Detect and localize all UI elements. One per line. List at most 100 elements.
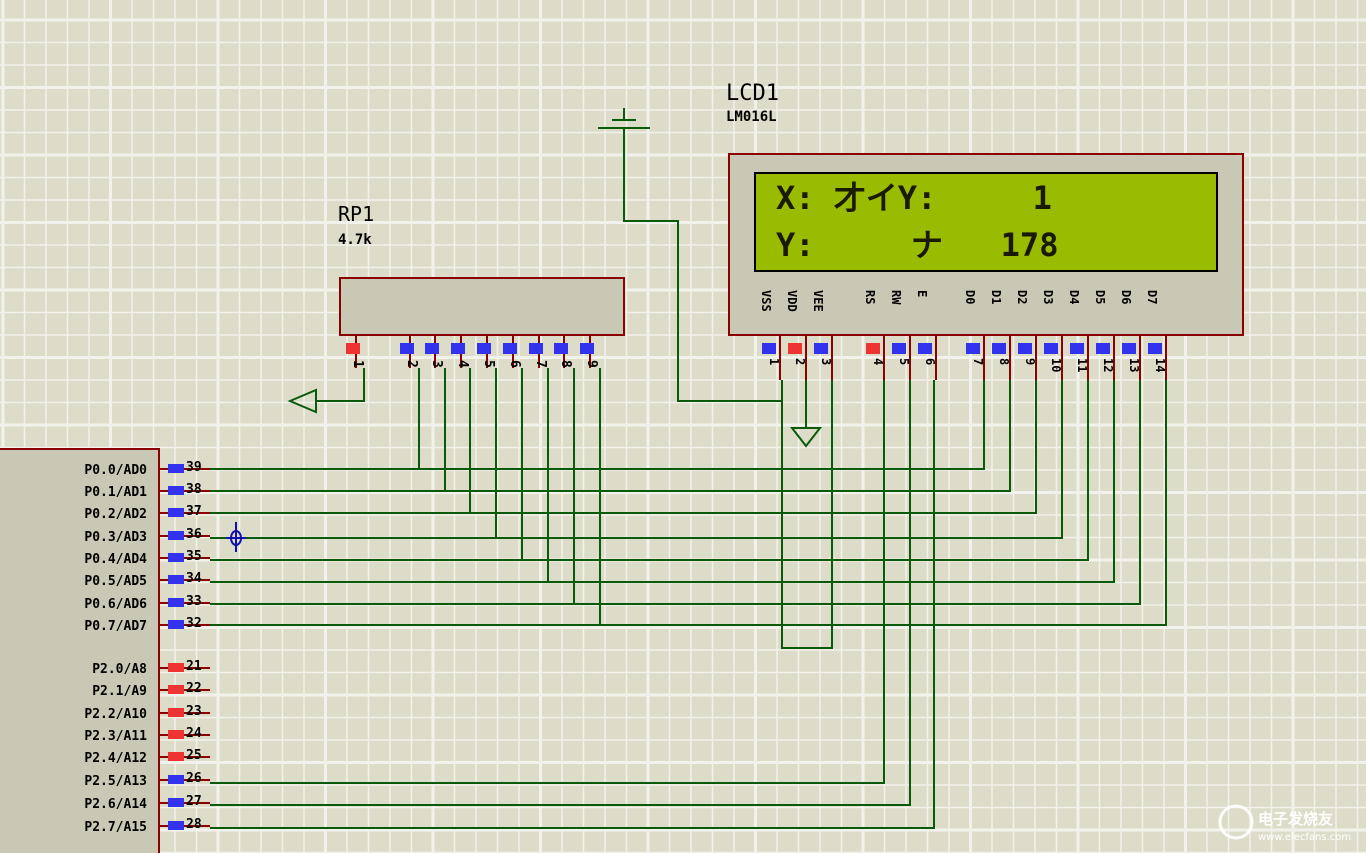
lcd-line-1: X: 才イY: 1 [776, 179, 1052, 217]
rp1-body[interactable] [339, 277, 625, 336]
mcu-pin-number: 25 [186, 748, 202, 763]
mcu-pin-label: P2.5/A13 [84, 774, 147, 789]
vcc-symbol-lcd [598, 108, 650, 129]
pin-marker [168, 486, 184, 495]
mcu-pin-label: P2.7/A15 [84, 820, 147, 835]
lcd-pin-label: D2 [1015, 290, 1029, 304]
lcd-pin-label: VDD [785, 290, 799, 312]
rp1-pin-number: 7 [533, 360, 548, 368]
lcd-pin-number: 10 [1049, 358, 1063, 372]
mcu-pin-number: 39 [186, 460, 202, 475]
mcu-pin-number: 35 [186, 549, 202, 564]
lcd-pin-number: 1 [767, 358, 781, 365]
lcd-pin-number: 13 [1127, 358, 1141, 372]
pin-marker [1044, 343, 1058, 354]
pin-marker [168, 464, 184, 473]
rp1-pin-5[interactable]: 5 [477, 335, 496, 368]
rp1-pin-1[interactable]: 1 [346, 335, 365, 368]
lcd-line-2: Y: ナ 178 [776, 226, 1058, 264]
mcu-pin-number: 36 [186, 527, 202, 542]
mcu-pin-number: 23 [186, 704, 202, 719]
rp1-pin-number: 2 [404, 360, 419, 368]
pin-marker [168, 663, 184, 672]
mcu-pin-label: P2.6/A14 [84, 797, 147, 812]
pin-marker [168, 598, 184, 607]
pin-marker [168, 531, 184, 540]
pin-marker [168, 821, 184, 830]
power-symbol-rp1 [287, 388, 317, 414]
mcu-pin-number: 28 [186, 817, 202, 832]
lcd-pin-number: 3 [819, 358, 833, 365]
pin-marker [168, 553, 184, 562]
ground-symbol-lcd [789, 427, 823, 448]
lcd1-component[interactable]: LCD1 LM016L X: 才イY: 1 Y: ナ 178 VSS 1 VDD 2 V… [726, 81, 1244, 380]
mcu-pin-number: 37 [186, 504, 202, 519]
rp1-pin-8[interactable]: 8 [554, 335, 573, 368]
rp1-component[interactable]: RP1 4.7k 1 2 3 4 5 6 7 8 9 [338, 202, 625, 368]
pin-marker [580, 343, 594, 354]
pin-marker [992, 343, 1006, 354]
pin-marker [168, 575, 184, 584]
watermark-url: www.elecfans.com [1258, 832, 1351, 843]
pin-marker [762, 343, 776, 354]
pin-marker [168, 685, 184, 694]
mcu-pin-label: P0.7/AD7 [84, 619, 147, 634]
mcu-pin-number: 22 [186, 681, 202, 696]
mcu-pin-label: P2.1/A9 [92, 684, 147, 699]
pin-marker [866, 343, 880, 354]
rp1-pins: 1 2 3 4 5 6 7 8 9 [346, 335, 599, 368]
lcd-pin-number: 8 [997, 358, 1011, 365]
mcu-pin-number: 34 [186, 571, 202, 586]
grid [0, 0, 1366, 853]
pin-marker [1122, 343, 1136, 354]
lcd-pin-label: D6 [1119, 290, 1133, 304]
mcu-component[interactable]: P0.0/AD0 39 P0.1/AD1 38 P0.2/AD2 37 P0.3/AD3 36… [0, 448, 210, 853]
mcu-pin-number: 24 [186, 726, 202, 741]
pin-marker [168, 730, 184, 739]
mcu-pin-number: 32 [186, 616, 202, 631]
watermark: 电子发烧友 www.elecfans.com [1218, 804, 1351, 843]
mcu-pin-label: P0.6/AD6 [84, 597, 147, 612]
lcd-pin-number: 2 [793, 358, 807, 365]
wire [445, 380, 1011, 492]
pin-marker [168, 508, 184, 517]
lcd-pin-number: 5 [897, 358, 911, 365]
rp1-pin-7[interactable]: 7 [529, 335, 548, 368]
crosshair-cursor-icon [226, 522, 246, 552]
mcu-pin-number: 38 [186, 482, 202, 497]
lcd-pin-label: VSS [759, 290, 773, 312]
pin-marker [425, 343, 439, 354]
lcd-pin-label: RS [863, 290, 877, 304]
mcu-pin-number: 33 [186, 594, 202, 609]
pin-marker [477, 343, 491, 354]
pin-marker [503, 343, 517, 354]
pin-marker [168, 620, 184, 629]
watermark-logo-icon [1218, 804, 1254, 840]
rp1-pin-2[interactable]: 2 [400, 335, 419, 368]
lcd-pin-label: RW [889, 290, 903, 305]
pin-marker [168, 708, 184, 717]
pin-marker [966, 343, 980, 354]
rp1-pin-number: 5 [481, 360, 496, 368]
rp1-pin-number: 1 [350, 360, 365, 368]
pin-marker [918, 343, 932, 354]
rp1-pin-3[interactable]: 3 [425, 335, 444, 368]
rp1-pin-number: 6 [507, 360, 522, 368]
pin-marker [168, 775, 184, 784]
mcu-pin-number: 21 [186, 659, 202, 674]
lcd-pin-number: 6 [923, 358, 937, 365]
mcu-pin-label: P2.4/A12 [84, 751, 147, 766]
lcd-pin-number: 12 [1101, 358, 1115, 372]
rp1-pin-number: 9 [584, 360, 599, 368]
rp1-pin-number: 3 [429, 360, 444, 368]
pin-marker [788, 343, 802, 354]
lcd-pin-number: 14 [1153, 358, 1167, 372]
lcd-pin-label: D1 [989, 290, 1003, 304]
pin-marker [400, 343, 414, 354]
pin-marker [168, 798, 184, 807]
mcu-pin-label: P2.0/A8 [92, 662, 147, 677]
rp1-pin-number: 8 [558, 360, 573, 368]
pin-marker [1070, 343, 1084, 354]
schematic-canvas[interactable]: P0.0/AD0 39P0.1/AD1 38P0.2/AD2 37P0.3/AD3 36… [0, 0, 1366, 853]
lcd-pin-number: 4 [871, 358, 885, 365]
